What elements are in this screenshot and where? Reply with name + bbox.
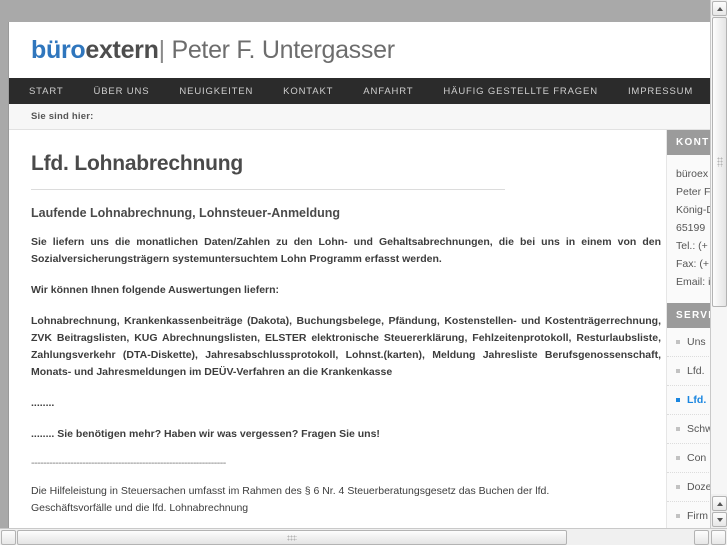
scrollbar-grip-icon	[717, 157, 723, 167]
sidebar-item-label: Doze	[687, 481, 711, 493]
bullet-icon	[676, 340, 680, 344]
contact-line-fax: Fax: (+	[676, 258, 709, 270]
paragraph-dots: ........	[31, 397, 55, 409]
dashed-divider: ----------------------------------------…	[31, 457, 226, 469]
logo-owner-name: Peter F. Untergasser	[171, 36, 395, 64]
sidebar-item-dozent[interactable]: Doze	[667, 473, 711, 502]
right-sidebar: KONT büroex Peter F König-D 65199 Tel.: …	[666, 130, 711, 528]
bullet-icon	[676, 398, 680, 402]
page-title: Lfd. Lohnabrechnung	[31, 152, 244, 175]
nav-item-start[interactable]: START	[29, 86, 64, 97]
title-divider	[31, 189, 505, 190]
contact-line-person: Peter F	[676, 186, 711, 198]
breadcrumb: Sie sind hier:	[9, 104, 711, 130]
contact-line-email[interactable]: Email: i	[676, 273, 711, 291]
main-content: Lfd. Lohnabrechnung Laufende Lohnabrechn…	[9, 130, 666, 528]
sidebar-item-label: Schw	[687, 423, 711, 435]
scroll-left-button[interactable]	[1, 530, 16, 545]
scroll-right-button[interactable]	[711, 530, 726, 545]
web-page: büroextern| Peter F. Untergasser START Ü…	[8, 22, 711, 528]
contact-line-tel: Tel.: (+	[676, 240, 708, 252]
contact-line-city: 65199	[676, 222, 706, 234]
logo-separator: |	[158, 36, 166, 64]
page-body: Lfd. Lohnabrechnung Laufende Lohnabrechn…	[9, 130, 711, 528]
nav-item-impressum[interactable]: IMPRESSUM	[628, 86, 693, 97]
logo-text-extern: extern	[85, 36, 159, 64]
horizontal-scrollbar-thumb[interactable]	[17, 530, 567, 545]
horizontal-scrollbar[interactable]	[0, 528, 727, 545]
breadcrumb-label: Sie sind hier:	[31, 111, 94, 122]
sidebar-item-unsere-leistungen[interactable]: Uns	[667, 328, 711, 357]
contact-line-street: König-D	[676, 204, 711, 216]
scrollbar-grip-icon	[287, 535, 297, 541]
logo-text-buero: büro	[31, 36, 86, 64]
sidebar-item-label: Con	[687, 452, 707, 464]
bullet-icon	[676, 427, 680, 431]
scroll-up-button[interactable]	[712, 1, 727, 16]
sidebar-header-kontakt: KONT	[667, 130, 711, 155]
site-logo[interactable]: büroextern| Peter F. Untergasser	[31, 36, 395, 65]
nav-item-neuigkeiten[interactable]: NEUIGKEITEN	[179, 86, 253, 97]
sidebar-item-lfd-lohnabrechnung[interactable]: Lfd.	[667, 386, 711, 415]
sidebar-item-lfd-buchhaltung[interactable]: Lfd.	[667, 357, 711, 386]
sidebar-item-label: Lfd.	[687, 394, 707, 406]
scroll-step-up-button[interactable]	[712, 496, 727, 511]
nav-item-anfahrt[interactable]: ANFAHRT	[363, 86, 413, 97]
sidebar-item-firmen[interactable]: Firm	[667, 502, 711, 528]
site-header: büroextern| Peter F. Untergasser	[9, 22, 711, 78]
vertical-scrollbar-thumb[interactable]	[712, 17, 727, 307]
sidebar-header-service: SERVI	[667, 303, 711, 328]
browser-viewport: büroextern| Peter F. Untergasser START Ü…	[0, 0, 727, 545]
sidebar-item-label: Uns	[687, 336, 706, 348]
paragraph-auswertungen-lead: Wir können Ihnen folgende Auswertungen l…	[31, 284, 280, 296]
vertical-scrollbar[interactable]	[710, 0, 727, 528]
bullet-icon	[676, 369, 680, 373]
content-subtitle: Laufende Lohnabrechnung, Lohnsteuer-Anme…	[31, 206, 341, 220]
sidebar-contact-block: büroex Peter F König-D 65199 Tel.: (+ Fa…	[667, 155, 711, 303]
bullet-icon	[676, 485, 680, 489]
bullet-icon	[676, 456, 680, 460]
main-navigation: START ÜBER UNS NEUIGKEITEN KONTAKT ANFAH…	[9, 78, 711, 104]
paragraph-services-list: Lohnabrechnung, Krankenkassenbeiträge (D…	[31, 315, 661, 378]
paragraph-legal-note: Die Hilfeleistung in Steuersachen umfass…	[31, 485, 550, 514]
sidebar-service-list: Uns Lfd. Lfd. Schw Con Doze Firm	[667, 328, 711, 528]
sidebar-item-label: Firm	[687, 510, 708, 522]
contact-line-company: büroex	[676, 168, 709, 180]
nav-item-faq[interactable]: HÄUFIG GESTELLTE FRAGEN	[443, 86, 598, 97]
paragraph-intro: Sie liefern uns die monatlichen Daten/Za…	[31, 236, 661, 265]
sidebar-item-schw[interactable]: Schw	[667, 415, 711, 444]
sidebar-item-label: Lfd.	[687, 365, 705, 377]
nav-item-ueber-uns[interactable]: ÜBER UNS	[94, 86, 150, 97]
nav-item-kontakt[interactable]: KONTAKT	[283, 86, 333, 97]
bullet-icon	[676, 514, 680, 518]
scroll-down-button[interactable]	[712, 512, 727, 527]
sidebar-item-controlling[interactable]: Con	[667, 444, 711, 473]
scroll-step-left-button[interactable]	[694, 530, 709, 545]
paragraph-question: ........ Sie benötigen mehr? Haben wir w…	[31, 428, 380, 440]
